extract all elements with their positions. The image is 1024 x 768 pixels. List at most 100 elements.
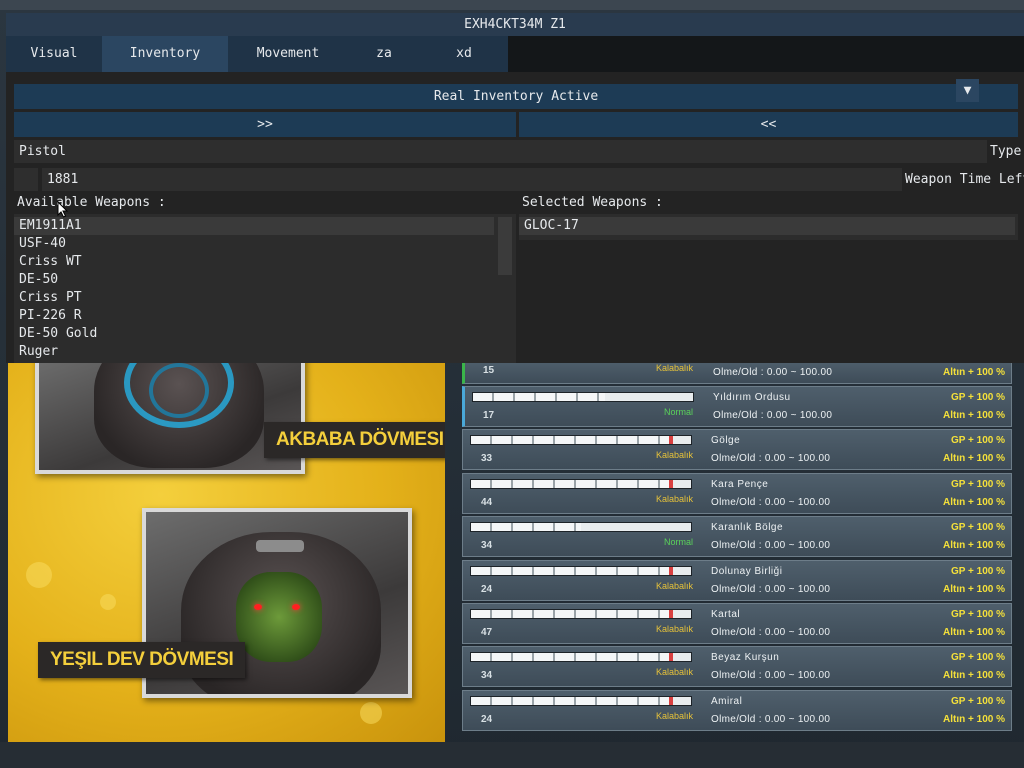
promo-decor-dot (26, 562, 52, 588)
available-weapon-item[interactable]: PI-226 R (14, 307, 516, 325)
channel-row[interactable]: 34 Kalabalık Beyaz Kurşun Olme/Old : 0.00 ~… (462, 646, 1012, 688)
selected-weapon-item[interactable]: GLOC-17 (519, 217, 1015, 235)
channel-status: Normal (663, 407, 693, 417)
channel-capacity-bar (470, 652, 692, 663)
channel-status: Kalabalık (655, 363, 693, 373)
channel-capacity-fill (471, 653, 669, 662)
channel-row[interactable]: 33 Kalabalık Gölge Olme/Old : 0.00 ~ 100.00… (462, 429, 1012, 471)
tab-xd[interactable]: xd (420, 36, 508, 72)
available-weapon-item[interactable]: Criss WT (14, 253, 516, 271)
window-title-bar[interactable]: EXH4CKT34M Z1 (6, 13, 1024, 36)
channel-gold-bonus: Altın + 100 % (943, 367, 1005, 378)
channel-gold-bonus: Altın + 100 % (943, 540, 1005, 552)
channel-status: Kalabalık (655, 624, 693, 634)
selected-weapons-list[interactable]: GLOC-17 (519, 214, 1018, 240)
tab-za[interactable]: za (348, 36, 420, 72)
menu-tab-bar: Visual Inventory Movement za xd (6, 36, 508, 72)
tab-movement[interactable]: Movement (228, 36, 348, 72)
channel-capacity-fill (471, 523, 581, 532)
channel-gp-bonus: GP + 100 % (950, 522, 1005, 534)
available-weapon-item[interactable]: Ruger (14, 343, 516, 361)
channel-player-count: 34 (481, 670, 493, 682)
add-weapon-button[interactable]: >> (14, 112, 516, 137)
channel-status: Kalabalık (655, 493, 693, 504)
vulture-tattoo-label: AKBABA DÖVMESI (264, 422, 445, 458)
channel-capacity-bar (470, 695, 692, 706)
channel-capacity-fill (471, 696, 669, 705)
channel-row[interactable]: 47 Kalabalık Kartal Olme/Old : 0.00 ~ 100.0… (462, 603, 1012, 644)
available-weapons-scrollbar[interactable] (498, 217, 512, 275)
channel-gp-bonus: GP + 100 % (950, 435, 1005, 447)
channel-gp-bonus: GP + 100 % (950, 478, 1005, 490)
mouse-pointer-icon (57, 201, 69, 218)
channel-capacity-marker (669, 653, 673, 662)
available-weapon-item[interactable]: DE-50 Gold (14, 325, 516, 343)
green-giant-tattoo-label: YEŞIL DEV DÖVMESI (38, 642, 246, 678)
channel-player-count: 33 (481, 453, 493, 465)
channel-row[interactable]: 17 Normal Yıldırım Ordusu Olme/Old : 0.00 ~… (462, 386, 1012, 427)
channel-status: Normal (663, 537, 693, 548)
channel-name: Dolunay Birliği (711, 565, 783, 577)
real-inventory-toggle-button[interactable]: Real Inventory Active (14, 84, 1018, 109)
channel-status: Kalabalık (655, 710, 693, 721)
channel-name: Kartal (711, 609, 741, 620)
channel-row[interactable]: 24 Kalabalık Amiral Olme/Old : 0.00 ~ 100.0… (462, 689, 1012, 731)
available-weapon-item[interactable]: Criss PT (14, 289, 516, 307)
channel-capacity-bar (470, 609, 692, 619)
channel-gp-bonus: GP + 100 % (950, 392, 1005, 403)
channel-capacity-marker (669, 436, 673, 445)
weapon-time-input[interactable]: 1881 (42, 168, 902, 191)
tab-inventory[interactable]: Inventory (102, 36, 228, 72)
channel-kill-death-range: Olme/Old : 0.00 ~ 100.00 (713, 367, 833, 378)
channel-name: Kara Pençe (711, 478, 769, 490)
triangle-down-icon[interactable]: ▼ (956, 79, 979, 102)
channel-gold-bonus: Altın + 100 % (943, 670, 1005, 682)
weapon-time-checkbox[interactable] (14, 168, 38, 191)
weapon-time-label: Weapon Time Left (905, 172, 1024, 187)
channel-row[interactable]: 34 Normal Karanlık Bölge Olme/Old : 0.00 ~ … (462, 516, 1012, 558)
channel-name: Beyaz Kurşun (711, 652, 780, 664)
channel-gold-bonus: Altın + 100 % (943, 583, 1005, 595)
channel-kill-death-range: Olme/Old : 0.00 ~ 100.00 (711, 670, 831, 682)
channel-player-count: 24 (481, 713, 493, 725)
channel-capacity-marker (669, 479, 673, 488)
game-bottom-strip (0, 742, 1024, 768)
weapon-type-select[interactable]: Pistol (14, 140, 987, 163)
channel-player-count: 17 (483, 410, 495, 421)
channel-name: Amiral (711, 695, 743, 707)
available-weapons-label: Available Weapons : (17, 195, 166, 210)
channel-player-count: 15 (483, 365, 495, 376)
channel-kill-death-range: Olme/Old : 0.00 ~ 100.00 (713, 410, 833, 421)
channel-name: Gölge (711, 435, 741, 447)
tab-visual[interactable]: Visual (6, 36, 102, 72)
channel-capacity-fill (471, 610, 669, 618)
channel-kill-death-range: Olme/Old : 0.00 ~ 100.00 (711, 540, 831, 552)
channel-capacity-bar (470, 478, 692, 489)
channel-gp-bonus: GP + 100 % (950, 652, 1005, 664)
channel-capacity-fill (473, 393, 605, 401)
channel-capacity-fill (471, 479, 669, 488)
remove-weapon-button[interactable]: << (519, 112, 1018, 137)
channel-gold-bonus: Altın + 100 % (943, 410, 1005, 421)
game-top-strip (0, 0, 1024, 10)
channel-row[interactable]: 15 Kalabalık Olme/Old : 0.00 ~ 100.00 Altın… (462, 360, 1012, 384)
channel-row[interactable]: 44 Kalabalık Kara Pençe Olme/Old : 0.00 ~ 1… (462, 472, 1012, 514)
channel-kill-death-range: Olme/Old : 0.00 ~ 100.00 (711, 627, 831, 638)
channel-status: Kalabalık (655, 450, 693, 461)
available-weapon-item[interactable]: EM1911A1 (14, 217, 494, 235)
available-weapon-item[interactable]: DE-50 (14, 271, 516, 289)
available-weapons-list[interactable]: EM1911A1 USF-40 Criss WT DE-50 Criss PT PI-22… (14, 214, 516, 363)
channel-capacity-bar (470, 565, 692, 576)
channel-player-count: 24 (481, 583, 493, 595)
channel-capacity-marker (669, 696, 673, 705)
channel-kill-death-range: Olme/Old : 0.00 ~ 100.00 (711, 583, 831, 595)
available-weapon-item[interactable]: USF-40 (14, 235, 516, 253)
channel-capacity-marker (669, 566, 673, 575)
channel-gp-bonus: GP + 100 % (950, 695, 1005, 707)
channel-kill-death-range: Olme/Old : 0.00 ~ 100.00 (711, 713, 831, 725)
weapon-type-label: Type (990, 144, 1022, 159)
channel-capacity-fill (471, 566, 669, 575)
channel-row[interactable]: 24 Kalabalık Dolunay Birliği Olme/Old : 0.0… (462, 559, 1012, 601)
promo-decor-dot (100, 594, 116, 610)
channel-gp-bonus: GP + 100 % (950, 609, 1005, 620)
